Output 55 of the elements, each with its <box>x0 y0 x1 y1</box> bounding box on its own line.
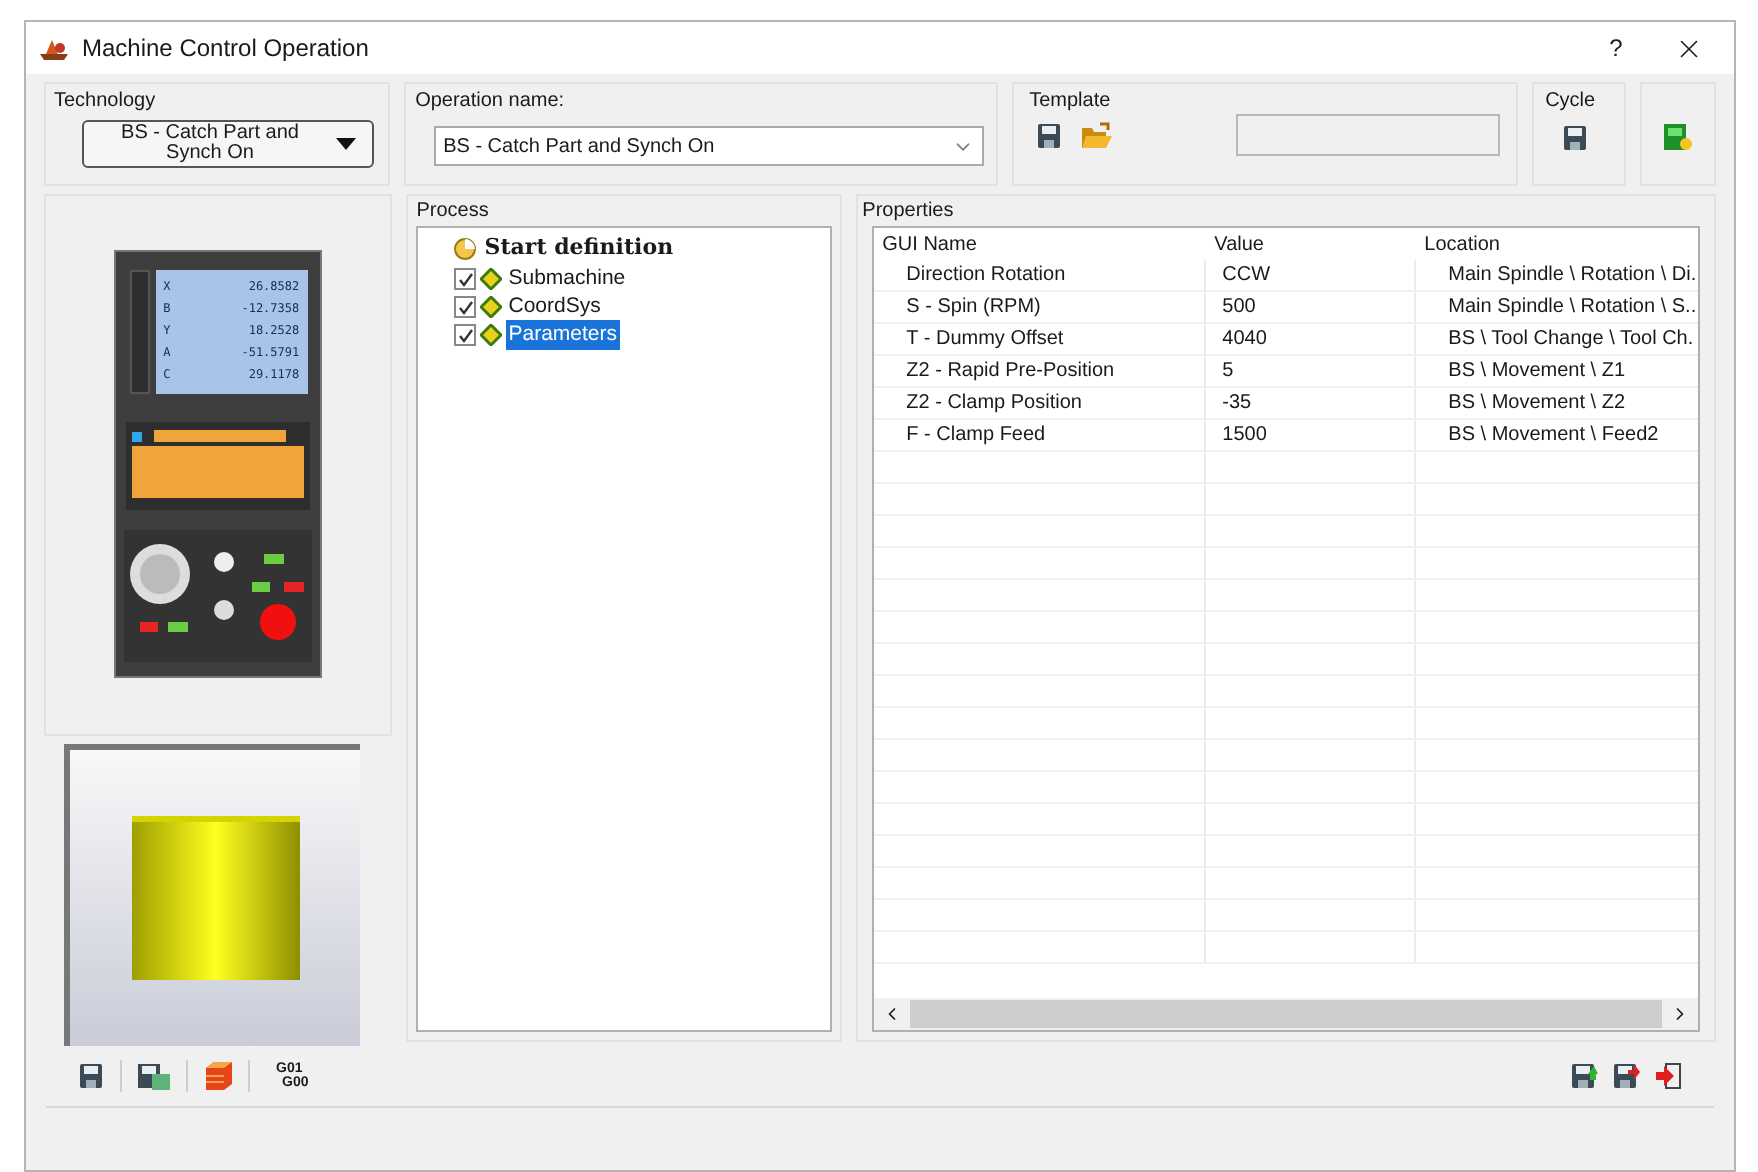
table-cell: T - Dummy Offset <box>874 324 1207 354</box>
properties-label: Properties <box>862 198 956 226</box>
template-name-field[interactable] <box>1235 114 1500 156</box>
template-label: Template <box>1029 88 1112 116</box>
cycle-label: Cycle <box>1545 88 1598 116</box>
table-cell: S - Spin (RPM) <box>874 292 1207 322</box>
table-cell: Z2 - Clamp Position <box>874 388 1207 418</box>
tree-checkbox[interactable] <box>454 268 477 290</box>
tree-item[interactable]: Submachine <box>506 263 628 295</box>
save-up-icon[interactable] <box>1570 1062 1598 1090</box>
horizontal-scrollbar[interactable] <box>874 998 1698 1030</box>
column-header[interactable]: Value <box>1206 229 1417 259</box>
save-cycle-icon[interactable] <box>1561 124 1590 152</box>
operation-name-label: Operation name: <box>415 88 567 116</box>
tree-checkbox[interactable] <box>454 324 477 346</box>
diamond-icon <box>480 296 503 318</box>
table-cell: 5 <box>1206 356 1417 386</box>
table-cell: Direction Rotation <box>874 260 1207 290</box>
table-cell: 4040 <box>1206 324 1417 354</box>
start-icon <box>454 237 477 260</box>
table-cell-text: Main Spindle \ Rotation \ S.. <box>1446 294 1698 322</box>
table-cell: 1500 <box>1206 420 1417 450</box>
side-slot <box>129 270 150 395</box>
exit-icon[interactable] <box>1654 1062 1682 1090</box>
tree-item[interactable]: CoordSys <box>506 291 603 323</box>
table-cell-text: BS \ Movement \ Z2 <box>1446 390 1628 418</box>
window-title: Machine Control Operation <box>82 32 371 66</box>
column-header[interactable]: GUI Name <box>874 229 1207 259</box>
open-folder-icon[interactable] <box>1079 122 1112 150</box>
table-cell-text: BS \ Movement \ Feed2 <box>1446 422 1661 450</box>
diamond-icon <box>480 324 503 346</box>
help-button[interactable]: ? <box>1586 30 1646 66</box>
tree-root-item[interactable]: Start definition <box>484 232 674 265</box>
technology-label: Technology <box>54 88 158 116</box>
save-forward-icon[interactable] <box>1612 1062 1640 1090</box>
caret-icon <box>336 138 356 150</box>
save-table-icon[interactable] <box>136 1062 172 1090</box>
column-header[interactable]: Location <box>1416 229 1698 259</box>
table-cell-text: BS \ Movement \ Z1 <box>1446 358 1628 386</box>
table-cell-text: BS \ Tool Change \ Tool Ch. <box>1446 326 1696 354</box>
table-cell: 500 <box>1206 292 1417 322</box>
save-template-icon[interactable] <box>1035 122 1064 150</box>
stack-icon[interactable] <box>202 1060 234 1092</box>
table-cell: CCW <box>1206 260 1417 290</box>
technology-dropdown[interactable]: BS - Catch Part and Synch On <box>82 120 374 168</box>
table-cell: Z2 - Rapid Pre-Position <box>874 356 1207 386</box>
table-cell-text: Main Spindle \ Rotation \ Di. <box>1446 262 1698 290</box>
process-label: Process <box>416 198 491 226</box>
table-cell: F - Clamp Feed <box>874 420 1207 450</box>
save-icon[interactable] <box>78 1062 106 1090</box>
tree-checkbox[interactable] <box>454 296 477 318</box>
tree-item[interactable]: Parameters <box>506 319 620 351</box>
operation-name-field[interactable]: BS - Catch Part and Synch On <box>433 126 984 166</box>
diamond-icon <box>480 268 503 290</box>
table-cell: -35 <box>1206 388 1417 418</box>
